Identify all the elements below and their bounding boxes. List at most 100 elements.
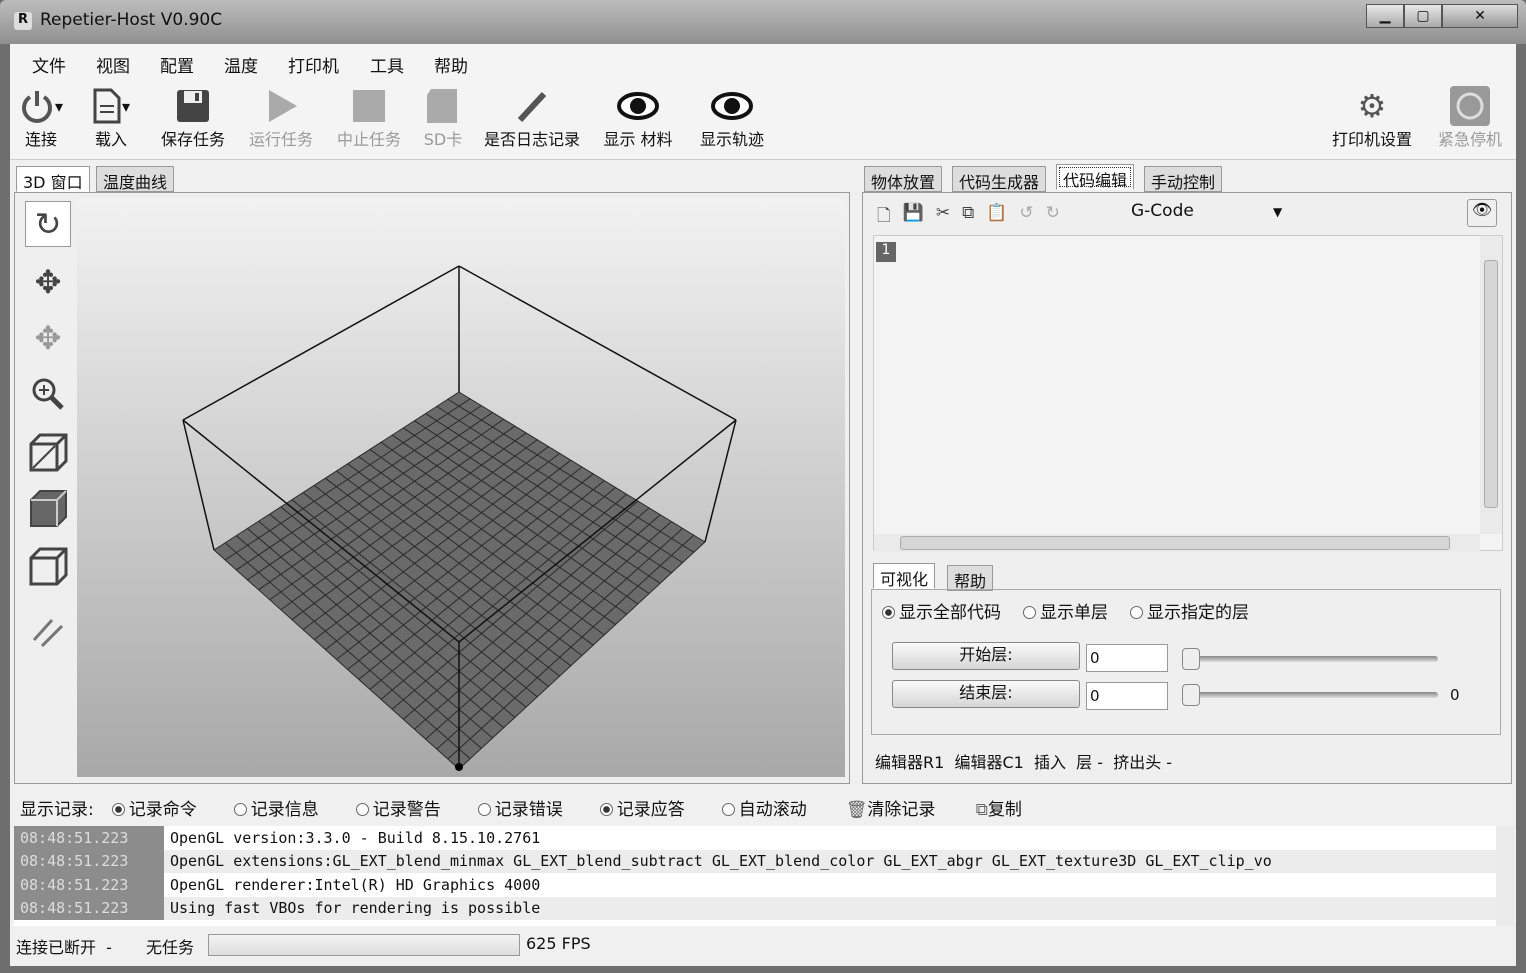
menu-printer[interactable]: 打印机 [288,52,339,77]
language-value: G-Code [1131,201,1194,221]
job-progress-bar [208,934,520,956]
log-acks-toggle[interactable]: 记录应答 [599,795,722,820]
reset-view-icon[interactable]: ↻ [25,201,71,247]
menu-file[interactable]: 文件 [32,52,66,77]
scrollbar-thumb[interactable] [900,536,1450,550]
copy-log-button[interactable]: ⧉复制 [976,795,1022,820]
start-layer-button[interactable]: 开始层: [892,642,1080,670]
load-button[interactable]: ▾ 载入 [86,86,136,150]
save-job-button[interactable]: 保存任务 [156,86,230,150]
move-object-icon[interactable]: ✥ [25,315,71,361]
view-front-icon[interactable] [25,485,71,531]
show-travel-button[interactable]: 显示轨迹 [692,86,772,150]
slider-thumb[interactable] [1182,648,1200,670]
cut-icon[interactable]: ✂ [936,203,950,232]
move-icon[interactable]: ✥ [25,259,71,305]
tab-visualization[interactable]: 可视化 [873,563,936,589]
parallel-projection-icon[interactable] [25,609,71,655]
tab-3d-window[interactable]: 3D 窗口 [16,166,90,192]
slider-thumb[interactable] [1182,684,1200,706]
save-icon[interactable]: 💾 [903,203,924,232]
log-text: OpenGL renderer:Intel(R) HD Graphics 400… [170,875,541,894]
redo-icon[interactable]: ↻ [1046,203,1060,232]
tab-manual-control[interactable]: 手动控制 [1144,166,1223,192]
menu-tools[interactable]: 工具 [370,52,404,77]
view-wireframe-icon[interactable] [25,543,71,589]
emergency-stop-label: 紧急停机 [1437,130,1502,149]
editor-toolbar: 🗋 💾 ✂ ⧉ 📋 ↺ ↻ [877,203,1060,232]
minimize-button[interactable]: ▁ [1366,4,1404,28]
log-list[interactable]: 08:48:51.223 OpenGL version:3.3.0 - Build… [14,826,1514,926]
start-layer-slider[interactable] [1182,656,1438,662]
log-commands-toggle[interactable]: 记录命令 [111,795,234,820]
gcode-editor-panel: 🗋 💾 ✂ ⧉ 📋 ↺ ↻ G-Code ▼ 👁 1 可视化 帮助 显示全部代码 显示单层 显… [862,192,1512,784]
clear-log-label: 清除记录 [867,799,936,820]
log-row: 08:48:51.223 OpenGL extensions:GL_EXT_ble… [14,849,1514,873]
zoom-icon[interactable] [25,371,71,417]
menu-view[interactable]: 视图 [96,52,130,77]
tab-slicer[interactable]: 代码生成器 [952,166,1047,192]
eye-icon[interactable]: 👁 [1467,199,1497,227]
clear-log-button[interactable]: 🗑清除记录 [846,795,976,820]
run-job-button[interactable]: 运行任务 [244,86,318,150]
emergency-stop-button[interactable]: 紧急停机 [1430,86,1510,150]
tab-help[interactable]: 帮助 [947,565,994,591]
scrollbar-thumb[interactable] [1484,260,1498,508]
end-layer-input[interactable]: 0 [1086,682,1168,710]
visualization-group: 显示全部代码 显示单层 显示指定的层 开始层: 0 结束层: 0 0 [871,589,1501,735]
language-select[interactable]: G-Code ▼ [1131,201,1291,227]
connect-button[interactable]: ▾ 连接 [16,86,66,150]
paste-icon[interactable]: 📋 [986,203,1007,232]
log-time: 08:48:51.223 [14,826,164,850]
end-layer-button[interactable]: 结束层: [892,680,1080,708]
end-layer-slider[interactable] [1182,692,1438,698]
new-file-icon[interactable]: 🗋 [877,203,891,232]
stop-icon [332,86,406,126]
auto-scroll-toggle[interactable]: 自动滚动 [721,795,846,820]
print-bed-scene [182,265,737,771]
copy-icon: ⧉ [975,799,988,820]
load-label: 载入 [94,130,127,149]
menu-help[interactable]: 帮助 [434,52,468,77]
tab-gcode-editor[interactable]: 代码编辑 [1056,164,1135,190]
view-iso-icon[interactable] [25,429,71,475]
layer-mode-radios: 显示全部代码 显示单层 显示指定的层 [882,598,1249,623]
radio-show-all[interactable]: 显示全部代码 [882,598,1001,623]
show-filament-button[interactable]: 显示 材料 [598,86,678,150]
printer-settings-label: 打印机设置 [1331,130,1412,149]
log-scrollbar[interactable] [1496,826,1514,926]
close-button[interactable]: ✕ [1442,4,1518,28]
radio-layer-range[interactable]: 显示指定的层 [1130,598,1249,623]
menu-temperature[interactable]: 温度 [224,52,258,77]
3d-viewport[interactable] [77,199,845,777]
horizontal-scrollbar[interactable] [874,534,1480,552]
log-warnings-toggle[interactable]: 记录警告 [355,795,478,820]
play-icon [244,86,318,126]
connect-label: 连接 [24,130,57,149]
log-text: OpenGL version:3.3.0 - Build 8.15.10.276… [170,828,541,847]
maximize-button[interactable]: ▢ [1404,4,1442,28]
copy-icon[interactable]: ⧉ [962,203,974,232]
menu-config[interactable]: 配置 [160,52,194,77]
show-travel-label: 显示轨迹 [699,130,764,149]
toggle-log-button[interactable]: 是否日志记录 [478,86,586,150]
log-errors-toggle[interactable]: 记录错误 [477,795,600,820]
radio-single-layer[interactable]: 显示单层 [1023,598,1108,623]
start-layer-input[interactable]: 0 [1086,644,1168,672]
code-editor[interactable]: 1 [873,235,1503,552]
sd-card-label: SD卡 [423,130,463,149]
vertical-scrollbar[interactable] [1480,236,1502,534]
printer-settings-button[interactable]: ⚙ 打印机设置 [1324,86,1420,150]
undo-icon[interactable]: ↺ [1019,203,1033,232]
sd-card-icon [418,86,468,126]
app-icon: R [14,12,32,30]
tab-object-placement[interactable]: 物体放置 [864,166,943,192]
copy-log-label: 复制 [987,799,1022,820]
radio-dot [1023,606,1036,619]
sd-card-button[interactable]: SD卡 [418,86,468,150]
show-filament-label: 显示 材料 [603,130,673,149]
tab-temperature-curve[interactable]: 温度曲线 [96,166,175,192]
status-bar: 连接已断开 - 无任务 625 FPS [10,928,1516,960]
log-info-toggle[interactable]: 记录信息 [233,795,356,820]
stop-job-button[interactable]: 中止任务 [332,86,406,150]
